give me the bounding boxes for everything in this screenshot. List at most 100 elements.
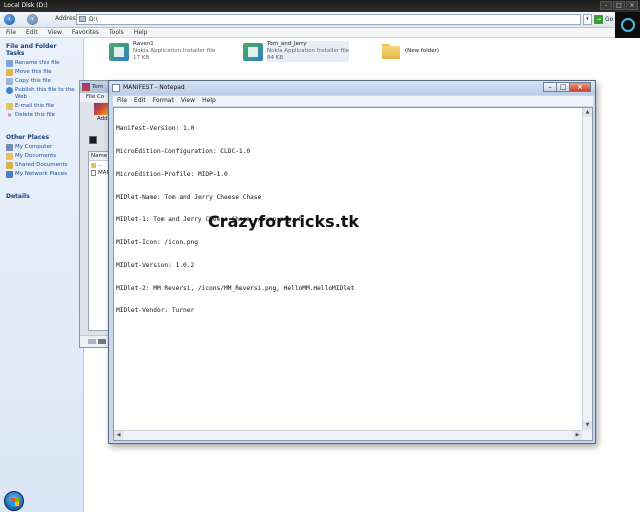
text-line: MIDlet-Name: Tom and Jerry Cheese Chase [116,193,262,201]
menu-format[interactable]: Format [153,96,174,106]
place-my-network[interactable]: My Network Places [0,170,83,179]
task-label: Publish this file to the Web [15,87,75,100]
file-item-tom-and-jerry[interactable]: Tom_and_Jerry Nokia Application Installe… [242,41,350,63]
notepad-text-area[interactable]: Manifest-Version: 1.0 MicroEdition-Confi… [113,107,593,441]
menu-view[interactable]: View [181,96,195,106]
place-label: Shared Documents [15,162,68,168]
ring-icon [621,18,635,32]
place-my-documents[interactable]: My Documents [0,152,83,161]
watermark-text: Crazyfortricks.tk [208,212,360,231]
menu-tools[interactable]: Tools [109,28,124,37]
menu-file[interactable]: File [117,96,127,106]
task-rename[interactable]: Rename this file [0,59,83,68]
notepad-window[interactable]: MANIFEST - Notepad – □ × File Edit Forma… [108,80,596,444]
media-widget [615,12,640,38]
file-item-raven1[interactable]: Raven1 Nokia Application Installer file … [108,41,215,63]
file-meta: Tom_and_Jerry Nokia Application Installe… [267,41,350,62]
text-line: MIDlet-Vendor: Turner [116,307,195,315]
text-line: MIDlet-Icon: /icon.png [116,239,198,247]
start-button[interactable] [4,491,24,511]
minimize-button[interactable]: – [543,82,556,92]
close-button[interactable]: × [569,82,591,92]
status-icon [88,339,96,344]
file-size: 84 KB [267,55,284,61]
network-icon [6,171,13,178]
address-value: D:\ [89,16,98,23]
address-input[interactable]: D:\ [76,14,581,25]
menu-edit[interactable]: Edit [134,96,146,106]
forward-button[interactable]: › [27,14,38,25]
list-item-label: .. [98,162,102,168]
key-icon [98,339,106,344]
scroll-up-icon[interactable]: ▲ [583,108,592,117]
winrar-icon [82,83,90,91]
place-shared-documents[interactable]: Shared Documents [0,161,83,170]
nokia-installer-icon [242,41,264,63]
explorer-title-bar: Local Disk (D:) – □ × [0,0,640,12]
other-places-header: Other Places [6,134,50,141]
windows-logo-icon [11,498,19,506]
minimize-button[interactable]: – [600,1,612,10]
place-label: My Computer [15,144,53,150]
go-button[interactable]: → Go [594,14,613,25]
vertical-scrollbar[interactable]: ▲ ▼ [582,108,592,430]
explorer-title: Local Disk (D:) [4,2,48,9]
text-line: MicroEdition-Configuration: CLDC-1.0 [116,147,251,155]
computer-icon [6,144,13,151]
path-up-icon[interactable] [89,136,97,144]
place-label: My Documents [15,153,57,159]
resize-grip-icon[interactable] [582,430,592,440]
documents-icon [6,153,13,160]
task-publish[interactable]: Publish this file to the Web [0,86,83,102]
add-tool-label: Add [97,116,108,122]
scroll-left-icon[interactable]: ◀ [114,431,123,440]
delete-icon: ✕ [6,112,13,119]
file-size: 17 KB [133,55,150,61]
move-icon [6,69,13,76]
add-archive-icon[interactable] [94,103,108,115]
folder-item-new-folder[interactable]: (New folder) [380,41,439,61]
task-delete[interactable]: ✕ Delete this file [0,111,83,120]
text-line: MicroEdition-Profile: MIDP-1.0 [116,170,228,178]
scroll-right-icon[interactable]: ▶ [573,431,582,440]
menu-file[interactable]: File [6,28,16,37]
maximize-button[interactable]: □ [613,1,625,10]
text-line: MIDlet-Version: 1.0.2 [116,261,195,269]
copy-icon [6,78,13,85]
menu-help[interactable]: Help [134,28,148,37]
task-label: E-mail this file [15,103,55,109]
task-copy[interactable]: Copy this file [0,77,83,86]
place-my-computer[interactable]: My Computer [0,143,83,152]
globe-icon [6,87,13,94]
file-tasks-header: File and Folder Tasks [6,43,57,57]
file-name: Raven1 [133,41,154,47]
rename-icon [6,60,13,67]
folder-icon [380,41,402,61]
close-button[interactable]: × [626,1,638,10]
menu-help[interactable]: Help [202,96,216,106]
file-meta: Raven1 Nokia Application Installer file … [133,41,215,62]
menu-favorites[interactable]: Favorites [72,28,99,37]
address-dropdown-button[interactable]: ▾ [583,14,592,25]
folder-icon [91,162,96,168]
notepad-caption-buttons: – □ × [543,82,591,92]
explorer-menu-bar: File Edit View Favorites Tools Help [0,28,640,38]
task-pane: File and Folder Tasks Rename this file M… [0,38,84,512]
go-arrow-icon: → [594,15,603,24]
horizontal-scrollbar[interactable]: ◀ ▶ [114,430,582,440]
menu-edit[interactable]: Edit [26,28,38,37]
scroll-down-icon[interactable]: ▼ [583,421,592,430]
go-label: Go [605,16,614,23]
notepad-icon [112,84,120,92]
task-email[interactable]: E-mail this file [0,102,83,111]
menu-view[interactable]: View [48,28,62,37]
back-button[interactable]: ‹ [4,14,15,25]
folder-name: (New folder) [405,48,440,54]
file-icon [91,170,96,176]
place-label: My Network Places [15,171,67,177]
shared-documents-icon [6,162,13,169]
task-move[interactable]: Move this file [0,68,83,77]
maximize-button[interactable]: □ [556,82,569,92]
details-header[interactable]: Details [0,179,83,202]
nokia-installer-icon [108,41,130,63]
